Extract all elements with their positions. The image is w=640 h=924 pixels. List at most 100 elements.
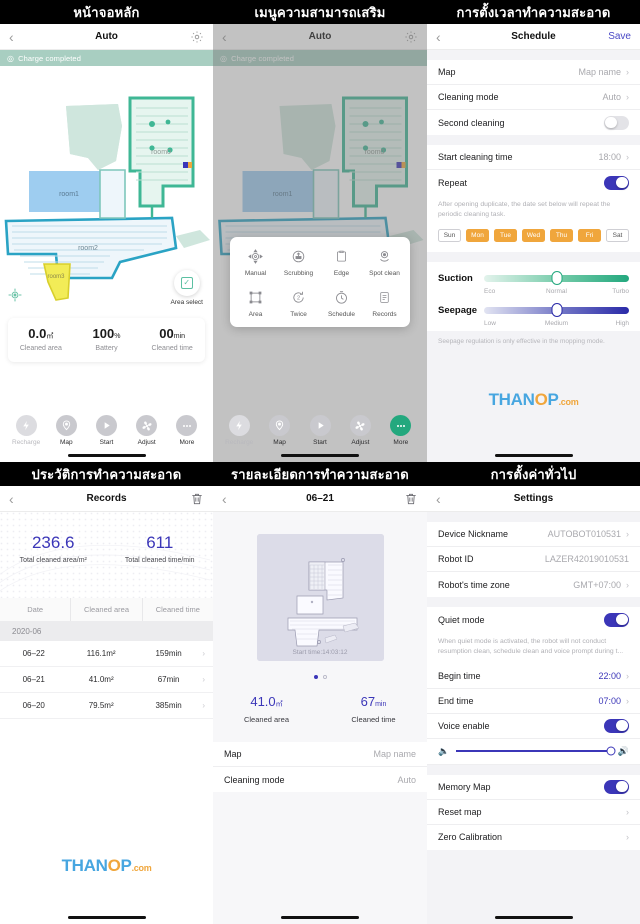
toolbar-recharge[interactable]: Recharge — [219, 415, 259, 446]
back-icon[interactable]: ‹ — [9, 30, 14, 44]
table-row[interactable]: 06–21 41.0m² 67min › — [0, 667, 213, 693]
dots-icon — [390, 415, 412, 436]
toolbar-start[interactable]: Start — [300, 415, 340, 446]
toolbar-more[interactable]: More — [167, 415, 207, 446]
toolbar-adjust[interactable]: Adjust — [340, 415, 380, 446]
toolbar-adjust[interactable]: Adjust — [127, 415, 167, 446]
quiet-mode-toggle[interactable] — [604, 612, 629, 627]
row-label: Cleaning mode — [438, 92, 499, 102]
seepage-knob[interactable] — [551, 303, 562, 318]
row-time-zone[interactable]: Robot's time zone GMT+07:00 › — [427, 572, 640, 597]
back-icon[interactable]: ‹ — [9, 492, 14, 506]
back-icon[interactable]: ‹ — [222, 492, 227, 506]
repeat-toggle[interactable] — [604, 175, 629, 190]
menu-item-spot-clean[interactable]: Spot clean — [363, 247, 406, 277]
row-end-time[interactable]: End time 07:00 › — [427, 689, 640, 714]
table-row[interactable]: 06–22 116.1m² 159min › — [0, 641, 213, 667]
row-device-nickname[interactable]: Device Nickname AUTOBOT010531 › — [427, 522, 640, 547]
gear-icon[interactable] — [190, 30, 204, 44]
second-cleaning-toggle[interactable] — [604, 115, 629, 130]
row-start-cleaning-time[interactable]: Start cleaning time 18:00 › — [427, 145, 640, 170]
toolbar-label: Recharge — [12, 439, 41, 446]
row-voice-enable[interactable]: Voice enable — [427, 714, 640, 739]
save-button[interactable]: Save — [608, 31, 631, 42]
row-label: Map — [224, 749, 242, 759]
day-chip-wed[interactable]: Wed — [522, 228, 545, 242]
day-chip-thu[interactable]: Thu — [550, 228, 573, 242]
row-repeat[interactable]: Repeat — [427, 170, 640, 195]
suction-knob[interactable] — [551, 271, 562, 286]
trash-icon[interactable] — [190, 492, 204, 506]
bottom-toolbar: Recharge Map Start Adjust More — [0, 415, 213, 446]
pin-icon — [269, 415, 291, 436]
day-chip-sun[interactable]: Sun — [438, 228, 461, 242]
panel-home: หน้าจอหลัก ‹ Auto ◎ Charge completed roo… — [0, 0, 213, 462]
map-canvas[interactable]: room0 room1 room2 room3 ✓ Area select — [0, 66, 213, 312]
toolbar-start[interactable]: Start — [86, 415, 126, 446]
mop-icon — [277, 247, 320, 266]
toolbar-label: Start — [99, 439, 114, 446]
menu-item-records[interactable]: Records — [363, 288, 406, 318]
toolbar-map[interactable]: Map — [259, 415, 299, 446]
seepage-slider-row: Seepage — [438, 303, 629, 318]
toolbar-more[interactable]: More — [381, 415, 421, 446]
menu-item-twice[interactable]: 2 Twice — [277, 288, 320, 318]
trash-icon[interactable] — [404, 492, 418, 506]
pager-dot-active[interactable] — [313, 675, 318, 679]
schedule-group-mid: Start cleaning time 18:00 › Repeat After… — [427, 145, 640, 252]
back-icon[interactable]: ‹ — [436, 492, 441, 506]
table-row[interactable]: 06–20 79.5m² 385min › — [0, 693, 213, 719]
detail-label: Cleaned area — [243, 715, 290, 724]
schedule-group-top: Map Map name › Cleaning mode Auto › Seco… — [427, 60, 640, 135]
day-chip-tue[interactable]: Tue — [494, 228, 517, 242]
row-map[interactable]: Map Map name › — [427, 60, 640, 85]
pager-dot[interactable] — [322, 675, 327, 679]
back-icon[interactable]: ‹ — [436, 30, 441, 44]
row-memory-map[interactable]: Memory Map — [427, 775, 640, 800]
menu-item-scrubbing[interactable]: Scrubbing — [277, 247, 320, 277]
menu-item-edge[interactable]: Edge — [320, 247, 363, 277]
column-header-date: Date — [27, 605, 44, 614]
row-label: Start cleaning time — [438, 152, 513, 162]
chevron-right-icon: › — [202, 701, 205, 710]
clock-icon — [320, 288, 363, 307]
list-doc-icon — [363, 288, 406, 307]
toolbar-map[interactable]: Map — [46, 415, 86, 446]
day-chip-sat[interactable]: Sat — [606, 228, 629, 242]
dots-icon — [176, 415, 198, 436]
memory-map-toggle[interactable] — [604, 779, 629, 794]
check-circle-icon: ◎ — [7, 53, 15, 63]
watermark-com: .com — [131, 863, 152, 873]
detail-map-thumbnail[interactable]: Start time:14:03:12 — [256, 534, 384, 661]
day-chip-fri[interactable]: Fri — [578, 228, 601, 242]
volume-knob[interactable] — [606, 746, 616, 756]
menu-item-schedule[interactable]: Schedule — [320, 288, 363, 318]
row-quiet-mode[interactable]: Quiet mode — [427, 607, 640, 632]
row-begin-time[interactable]: Begin time 22:00 › — [427, 664, 640, 689]
seepage-slider[interactable] — [484, 303, 629, 318]
total-value: 611 — [146, 533, 174, 552]
area-select-button[interactable]: ✓ Area select — [170, 270, 203, 306]
row-reset-map[interactable]: Reset map › — [427, 800, 640, 825]
stats-bar: 0.0㎡ Cleaned area 100% Battery 00min Cle… — [8, 318, 205, 362]
chevron-right-icon: › — [626, 806, 629, 817]
stat-value: 00 — [159, 326, 174, 341]
area-select-label: Area select — [170, 299, 203, 306]
day-chip-mon[interactable]: Mon — [466, 228, 489, 242]
row-second-cleaning[interactable]: Second cleaning — [427, 110, 640, 135]
row-zero-calibration[interactable]: Zero Calibration › — [427, 825, 640, 850]
menu-item-manual[interactable]: Manual — [234, 247, 277, 277]
volume-slider[interactable] — [456, 746, 616, 756]
row-cleaning-mode[interactable]: Cleaning mode Auto › — [427, 85, 640, 110]
locate-icon — [8, 288, 22, 302]
play-icon — [309, 415, 331, 436]
suction-slider[interactable] — [484, 271, 629, 286]
area-select-circle[interactable]: ✓ — [173, 270, 200, 296]
watermark-com: .com — [558, 397, 579, 407]
menu-item-area[interactable]: Area — [234, 288, 277, 318]
voice-enable-toggle[interactable] — [604, 718, 629, 733]
toolbar-recharge[interactable]: Recharge — [6, 415, 46, 446]
